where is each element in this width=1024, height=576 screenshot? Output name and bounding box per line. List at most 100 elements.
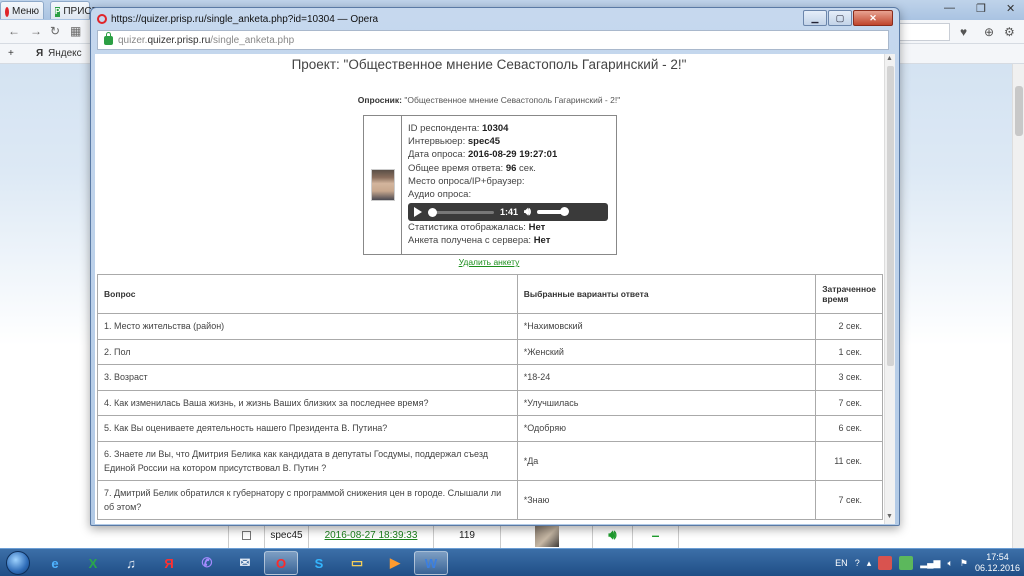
help-icon[interactable]: ? bbox=[855, 558, 860, 568]
popup-scrollbar[interactable]: ▲ ▼ bbox=[884, 54, 895, 524]
clock-date: 06.12.2016 bbox=[974, 563, 1020, 573]
flag-icon[interactable]: ⚑ bbox=[960, 558, 968, 569]
scroll-thumb[interactable] bbox=[887, 66, 894, 366]
table-row: 2. Пол *Женский 1 сек. bbox=[97, 338, 883, 365]
media-player-icon[interactable]: ▶ bbox=[378, 551, 412, 575]
row-checkbox[interactable] bbox=[242, 530, 251, 540]
answer-cell: *Одобряю bbox=[516, 415, 817, 442]
scroll-up-icon[interactable]: ▲ bbox=[886, 55, 893, 62]
respondent-info: ID респондента: 10304 Интервьюер: spec45… bbox=[402, 116, 608, 254]
viber-icon[interactable]: ✆ bbox=[190, 551, 224, 575]
table-row: 7. Дмитрий Белик обратился к губернатору… bbox=[97, 479, 883, 520]
popup-minimize-button[interactable]: ▁ bbox=[803, 10, 827, 26]
volume-tray-icon[interactable]: 🔈︎ bbox=[947, 558, 952, 569]
maximize-icon[interactable]: ❐ bbox=[976, 2, 986, 15]
language-indicator[interactable]: EN bbox=[835, 558, 848, 568]
media-volume-icon[interactable]: ♫ bbox=[114, 551, 148, 575]
word-icon[interactable]: W bbox=[414, 551, 448, 575]
excel-icon[interactable]: X bbox=[76, 551, 110, 575]
respondent-photo-cell bbox=[364, 116, 402, 254]
popup-window-controls: ▁ ▢ ✕ bbox=[803, 10, 893, 26]
tab-label: Меню bbox=[12, 6, 40, 17]
answer-cell: *Улучшилась bbox=[516, 389, 817, 416]
header-time: Затраченное время bbox=[815, 274, 883, 314]
questionnaire-label: Опросник: bbox=[357, 95, 402, 105]
avatar[interactable] bbox=[370, 169, 395, 201]
background-scrollbar[interactable] bbox=[1012, 64, 1024, 548]
question-cell: 4. Как изменилась Ваша жизнь, и жизнь Ва… bbox=[97, 389, 518, 416]
popup-address-bar[interactable]: quizer.quizer.prisp.ru/single_anketa.php bbox=[97, 30, 889, 50]
delete-anketa-link[interactable]: Удалить анкету bbox=[95, 257, 883, 267]
url-domain: quizer.prisp.ru bbox=[147, 34, 211, 46]
answer-cell: *Да bbox=[516, 440, 817, 481]
table-row: 6. Знаете ли Вы, что Дмитрия Белика как … bbox=[97, 440, 883, 481]
volume-slider[interactable] bbox=[536, 207, 569, 217]
place-line: Место опроса/IP+браузер: bbox=[408, 175, 525, 187]
tray-app-icon[interactable] bbox=[899, 556, 914, 570]
bookmark-yandex[interactable]: Яндекс bbox=[48, 48, 82, 59]
skype-icon[interactable]: S bbox=[302, 551, 336, 575]
time-cell: 6 сек. bbox=[815, 415, 883, 442]
network-icon[interactable]: ▂▄▆ bbox=[920, 558, 940, 569]
settings-icon[interactable]: ⚙ bbox=[1004, 25, 1015, 39]
popup-maximize-button[interactable]: ▢ bbox=[828, 10, 852, 26]
background-tab-prisp[interactable]: P ПРИСП bbox=[50, 1, 99, 19]
popup-close-button[interactable]: ✕ bbox=[853, 10, 893, 26]
table-header-row: Вопрос Выбранные варианты ответа Затраче… bbox=[97, 274, 883, 314]
yandex-icon: Я bbox=[36, 48, 44, 59]
yandex-browser-icon[interactable]: Я bbox=[152, 551, 186, 575]
questionnaire-value: "Общественное мнение Севастополь Гагарин… bbox=[404, 95, 621, 105]
download-icon[interactable]: ⊕ bbox=[984, 25, 994, 39]
survey-date: 2016-08-29 19:27:01 bbox=[467, 149, 558, 161]
respondent-id-line: ID респондента: 10304 bbox=[408, 123, 509, 134]
opera-taskbar-icon[interactable]: O bbox=[264, 551, 298, 575]
folder-icon[interactable]: ▭ bbox=[340, 551, 374, 575]
volume-icon[interactable]: 🔊︎ bbox=[524, 206, 531, 219]
survey-date-line: Дата опроса: 2016-08-29 19:27:01 bbox=[408, 149, 558, 161]
mail-icon[interactable]: ✉ bbox=[228, 551, 262, 575]
table-row: 1. Место жительства (район) *Нахимовский… bbox=[97, 313, 883, 340]
received-line: Анкета получена с сервера: Нет bbox=[408, 235, 551, 247]
time-cell: 7 сек. bbox=[815, 479, 883, 520]
audio-duration: 1:41 bbox=[500, 206, 519, 217]
play-icon[interactable] bbox=[414, 207, 422, 218]
internet-explorer-icon[interactable]: e bbox=[38, 551, 72, 575]
forward-arrow-icon[interactable]: → bbox=[30, 24, 42, 38]
reload-icon[interactable]: ↻ bbox=[50, 24, 60, 38]
popup-url-text: quizer.quizer.prisp.ru/single_anketa.php bbox=[118, 34, 295, 46]
minimize-icon[interactable]: — bbox=[944, 2, 955, 14]
question-cell: 5. Как Вы оцениваете деятельность нашего… bbox=[97, 415, 518, 442]
header-question: Вопрос bbox=[97, 274, 518, 314]
back-arrow-icon[interactable]: ← bbox=[8, 24, 20, 38]
stats-line: Статистика отображалась: Нет bbox=[408, 222, 546, 234]
answer-cell: *18-24 bbox=[516, 364, 817, 391]
questionnaire-line: Опросник: "Общественное мнение Севастопо… bbox=[95, 95, 883, 105]
clock[interactable]: 17:54 06.12.2016 bbox=[975, 552, 1020, 574]
start-button[interactable] bbox=[2, 549, 34, 576]
answer-cell: *Знаю bbox=[516, 479, 817, 520]
add-bookmark-icon[interactable]: + bbox=[8, 48, 14, 59]
question-cell: 1. Место жительства (район) bbox=[97, 313, 518, 340]
stats-value: Нет bbox=[528, 222, 546, 234]
time-cell: 1 сек. bbox=[815, 338, 883, 365]
total-time-line: Общее время ответа: 96 сек. bbox=[408, 162, 536, 174]
tray-expand-icon[interactable]: ▴ bbox=[867, 558, 872, 569]
header-answers: Выбранные варианты ответа bbox=[516, 274, 817, 314]
background-tab-menu[interactable]: Меню bbox=[0, 1, 44, 19]
close-icon[interactable]: ✕ bbox=[1006, 2, 1015, 15]
time-cell: 7 сек. bbox=[815, 389, 883, 416]
audio-seek-slider[interactable] bbox=[428, 207, 494, 217]
speed-dial-icon[interactable]: ▦ bbox=[70, 24, 81, 38]
answer-cell: *Женский bbox=[516, 338, 817, 365]
speaker-icon[interactable]: 🔊︎ bbox=[608, 527, 616, 543]
scroll-down-icon[interactable]: ▼ bbox=[886, 513, 893, 520]
project-title: Проект: "Общественное мнение Севастополь… bbox=[291, 57, 687, 72]
heart-icon[interactable]: ♥ bbox=[960, 25, 967, 39]
interviewer-line: Интервьюер: spec45 bbox=[408, 136, 501, 148]
background-address-bar[interactable] bbox=[898, 23, 950, 41]
time-cell: 11 сек. bbox=[815, 440, 883, 481]
answer-cell: *Нахимовский bbox=[516, 313, 817, 340]
tray-app-icon[interactable] bbox=[878, 556, 893, 570]
respondent-thumbnail[interactable] bbox=[534, 523, 559, 547]
received-value: Нет bbox=[533, 235, 551, 247]
